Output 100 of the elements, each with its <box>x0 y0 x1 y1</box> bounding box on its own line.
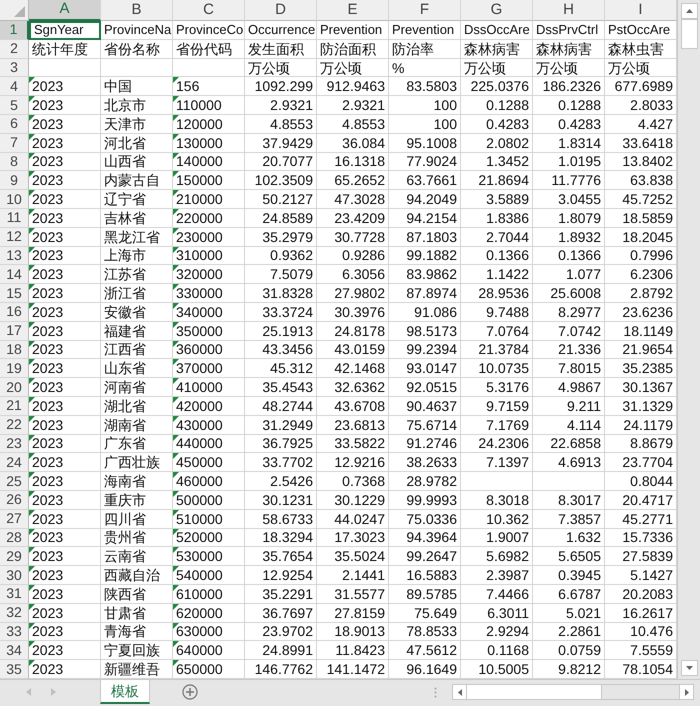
table-cell[interactable]: 2023 <box>29 134 101 153</box>
table-cell[interactable]: 23.6813 <box>317 416 389 435</box>
table-cell[interactable]: 海南省 <box>101 472 173 491</box>
table-cell[interactable]: 6.3011 <box>461 604 533 622</box>
table-cell[interactable]: 2023 <box>29 322 101 341</box>
table-cell[interactable]: 35.4543 <box>245 378 317 397</box>
table-cell[interactable]: 120000 <box>173 114 245 134</box>
table-cell[interactable]: 50.2127 <box>245 190 317 209</box>
table-cell[interactable]: 21.3784 <box>461 340 533 360</box>
table-cell[interactable]: 47.5612 <box>389 641 461 660</box>
row-header[interactable]: 24 <box>0 453 29 472</box>
next-sheet-icon[interactable] <box>51 688 56 696</box>
table-cell[interactable]: 28.9536 <box>461 284 533 303</box>
table-cell[interactable]: 33.5822 <box>317 434 389 454</box>
table-cell[interactable]: 1.8314 <box>533 134 605 153</box>
table-cell[interactable]: 650000 <box>173 660 245 679</box>
table-cell[interactable]: 1.3452 <box>461 152 533 172</box>
table-cell[interactable]: 森林病害 <box>533 40 605 59</box>
table-cell[interactable]: 2023 <box>29 359 101 378</box>
table-cell[interactable]: 2.9294 <box>461 622 533 642</box>
scrollbar-thumb[interactable] <box>467 685 602 699</box>
table-cell[interactable]: 防治面积 <box>317 40 389 59</box>
table-cell[interactable]: 青海省 <box>101 622 173 642</box>
row-header[interactable]: 10 <box>0 190 29 209</box>
table-cell[interactable]: 0.7368 <box>317 472 389 491</box>
table-cell[interactable]: 统计年度 <box>29 40 101 59</box>
table-cell[interactable]: 87.8974 <box>389 284 461 303</box>
row-header[interactable]: 16 <box>0 302 29 322</box>
table-cell[interactable]: 21.8694 <box>461 171 533 190</box>
table-cell[interactable]: 湖南省 <box>101 416 173 435</box>
table-cell[interactable]: % <box>389 58 461 78</box>
table-cell[interactable]: 99.2394 <box>389 340 461 360</box>
table-cell[interactable]: 2.8792 <box>605 284 677 303</box>
table-cell[interactable]: 24.8991 <box>245 641 317 660</box>
table-cell[interactable]: 5.3176 <box>461 378 533 397</box>
table-cell[interactable]: 310000 <box>173 246 245 266</box>
table-cell[interactable]: 黑龙江省 <box>101 228 173 247</box>
table-cell[interactable]: 1092.299 <box>245 77 317 96</box>
table-cell[interactable]: 0.0759 <box>533 641 605 660</box>
table-cell[interactable]: 2023 <box>29 472 101 491</box>
table-cell[interactable]: 31.2949 <box>245 416 317 435</box>
table-cell[interactable]: 510000 <box>173 510 245 529</box>
table-cell[interactable]: 45.2771 <box>605 510 677 529</box>
table-cell[interactable]: 7.3857 <box>533 510 605 529</box>
row-header[interactable]: 7 <box>0 134 29 153</box>
table-cell[interactable]: 150000 <box>173 171 245 190</box>
row-header[interactable]: 17 <box>0 322 29 341</box>
table-cell[interactable] <box>173 58 245 78</box>
table-cell[interactable]: 12.9216 <box>317 453 389 472</box>
table-cell[interactable]: 6.3056 <box>317 265 389 284</box>
table-cell[interactable]: DssPrvCtrl <box>533 21 605 40</box>
table-cell[interactable]: 2023 <box>29 510 101 529</box>
table-cell[interactable]: 23.4209 <box>317 208 389 228</box>
table-cell[interactable]: 610000 <box>173 584 245 604</box>
table-cell[interactable]: 0.7996 <box>605 246 677 266</box>
table-cell[interactable]: 58.6733 <box>245 510 317 529</box>
table-cell[interactable]: 16.2617 <box>605 604 677 622</box>
table-cell[interactable]: 90.4637 <box>389 396 461 416</box>
table-cell[interactable]: 99.2647 <box>389 547 461 566</box>
table-cell[interactable]: 530000 <box>173 547 245 566</box>
table-cell[interactable]: 430000 <box>173 416 245 435</box>
table-cell[interactable]: 410000 <box>173 378 245 397</box>
table-cell[interactable]: 225.0376 <box>461 77 533 96</box>
table-cell[interactable]: 95.1008 <box>389 134 461 153</box>
table-cell[interactable]: 山东省 <box>101 359 173 378</box>
table-cell[interactable]: 2023 <box>29 284 101 303</box>
table-cell[interactable]: 110000 <box>173 96 245 115</box>
table-cell[interactable]: 省份代码 <box>173 40 245 59</box>
row-header[interactable]: 5 <box>0 96 29 115</box>
table-cell[interactable]: 912.9463 <box>317 77 389 96</box>
table-cell[interactable]: 21.336 <box>533 340 605 360</box>
selected-cell[interactable]: SgnYear <box>29 21 101 40</box>
table-cell[interactable]: 23.9702 <box>245 622 317 642</box>
table-cell[interactable]: 24.8178 <box>317 322 389 341</box>
table-cell[interactable]: 146.7762 <box>245 660 317 679</box>
table-cell[interactable]: 上海市 <box>101 246 173 266</box>
table-cell[interactable]: 浙江省 <box>101 284 173 303</box>
table-cell[interactable]: 186.2326 <box>533 77 605 96</box>
table-cell[interactable]: 28.9782 <box>389 472 461 491</box>
table-cell[interactable]: 35.2385 <box>605 359 677 378</box>
table-cell[interactable]: 万公顷 <box>245 58 317 78</box>
table-cell[interactable]: 48.2744 <box>245 396 317 416</box>
table-cell[interactable]: 100 <box>389 114 461 134</box>
table-cell[interactable]: 5.021 <box>533 604 605 622</box>
table-cell[interactable]: 17.3023 <box>317 528 389 548</box>
table-cell[interactable]: 24.2306 <box>461 434 533 454</box>
table-cell[interactable]: 1.8932 <box>533 228 605 247</box>
table-cell[interactable]: 93.0147 <box>389 359 461 378</box>
table-cell[interactable]: 10.362 <box>461 510 533 529</box>
table-cell[interactable]: 630000 <box>173 622 245 642</box>
table-cell[interactable]: 河南省 <box>101 378 173 397</box>
table-cell[interactable]: 94.3964 <box>389 528 461 548</box>
table-cell[interactable]: 辽宁省 <box>101 190 173 209</box>
table-cell[interactable]: 4.6913 <box>533 453 605 472</box>
table-cell[interactable]: 30.1231 <box>245 490 317 510</box>
table-cell[interactable]: 广西壮族 <box>101 453 173 472</box>
table-cell[interactable]: 万公顷 <box>317 58 389 78</box>
table-cell[interactable]: 640000 <box>173 641 245 660</box>
table-cell[interactable]: 27.5839 <box>605 547 677 566</box>
table-cell[interactable]: 35.7654 <box>245 547 317 566</box>
